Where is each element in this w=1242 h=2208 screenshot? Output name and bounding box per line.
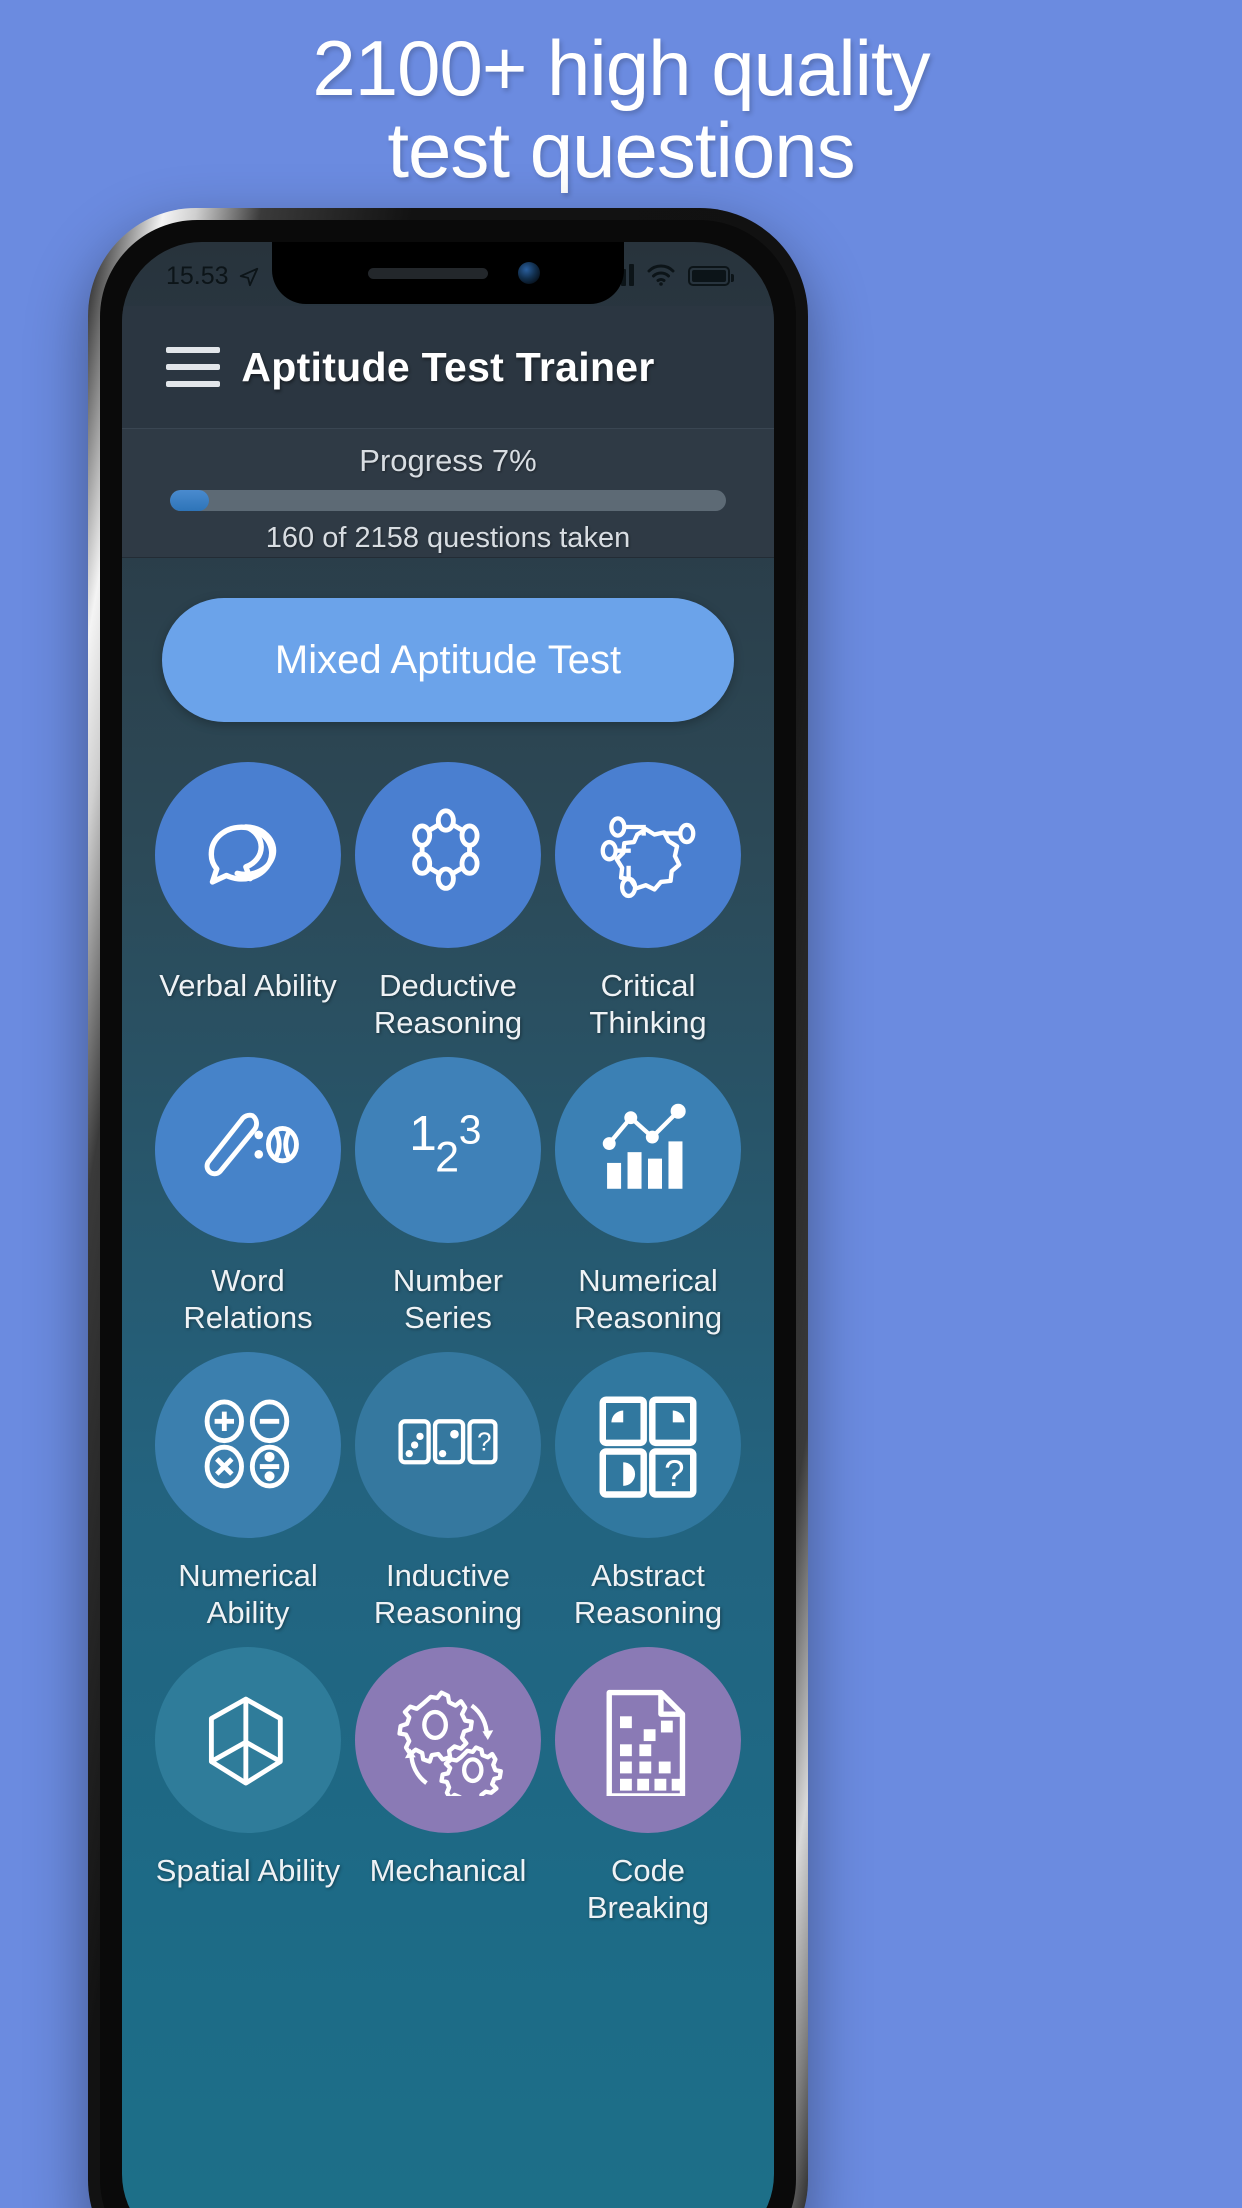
category-item[interactable]: 1 2 3 Number Series	[348, 1057, 548, 1336]
category-item[interactable]: Spatial Ability	[148, 1647, 348, 1926]
category-label: Number Series	[392, 1263, 504, 1335]
svg-text:3: 3	[459, 1107, 482, 1153]
category-icon-circle	[355, 1647, 541, 1834]
svg-text:?: ?	[477, 1429, 491, 1457]
promo-line-2: test questions	[387, 105, 855, 194]
category-item[interactable]: Critical Thinking	[548, 762, 748, 1041]
promo-line-1: 2100+ high quality	[312, 24, 930, 112]
progress-subtitle: 160 of 2158 questions taken	[265, 522, 631, 554]
math-operators-icon	[204, 1399, 290, 1489]
hexagon-nodes-icon	[412, 808, 480, 891]
category-icon-circle	[555, 762, 741, 948]
category-icon-circle	[155, 1647, 341, 1834]
category-label: Code Breaking	[586, 1853, 710, 1926]
category-label: Numerical Reasoning	[573, 1263, 723, 1335]
category-icon-circle: 1 2 3	[355, 1057, 541, 1244]
phone-notch	[272, 242, 624, 304]
category-item[interactable]: Word Relations	[148, 1057, 348, 1336]
phone-screen: 15.53 Aptitude Test Trainer Progress 7% …	[122, 242, 774, 2208]
progress-label: Progress 7%	[359, 443, 537, 478]
category-item[interactable]: Deductive Reasoning	[348, 762, 548, 1041]
category-item[interactable]: Verbal Ability	[148, 762, 348, 1041]
location-arrow-icon	[239, 267, 258, 286]
category-label: Spatial Ability	[155, 1853, 341, 1889]
mixed-aptitude-test-button[interactable]: Mixed Aptitude Test	[162, 598, 734, 722]
speech-bubbles-icon	[208, 824, 277, 885]
category-label: Word Relations	[183, 1263, 313, 1335]
cube-3d-icon	[208, 1697, 283, 1786]
category-label: Deductive Reasoning	[373, 968, 523, 1040]
battery-full-icon	[688, 266, 734, 286]
category-label: Inductive Reasoning	[373, 1558, 523, 1630]
phone-bezel: 15.53 Aptitude Test Trainer Progress 7% …	[100, 220, 796, 2208]
category-icon-circle	[555, 1647, 741, 1834]
category-item[interactable]: ? Abstract Reasoning	[548, 1352, 748, 1631]
numbers-123-icon: 1 2 3	[409, 1106, 482, 1182]
domino-cards-icon: ?	[398, 1419, 498, 1465]
category-item[interactable]: Numerical Ability	[148, 1352, 348, 1631]
front-camera-icon	[518, 262, 540, 284]
progress-bar-fill	[170, 490, 209, 511]
earpiece-speaker-icon	[368, 268, 488, 279]
pattern-grid-icon: ?	[599, 1396, 697, 1499]
network-gear-icon	[600, 816, 696, 899]
category-label: Critical Thinking	[589, 968, 707, 1040]
category-icon-circle	[155, 1352, 341, 1539]
progress-bar	[170, 490, 726, 511]
svg-text:2: 2	[435, 1134, 459, 1182]
mixed-aptitude-test-label: Mixed Aptitude Test	[274, 637, 622, 682]
bat-and-ball-icon	[204, 1112, 299, 1177]
category-label: Mechanical	[369, 1853, 527, 1889]
app-bar: Aptitude Test Trainer	[122, 306, 774, 428]
category-icon-circle	[155, 762, 341, 948]
wifi-icon	[647, 264, 675, 286]
phone-device-frame: 15.53 Aptitude Test Trainer Progress 7% …	[88, 208, 808, 2208]
category-item[interactable]: Mechanical	[348, 1647, 548, 1926]
progress-section: Progress 7% 160 of 2158 questions taken	[122, 428, 774, 558]
category-item[interactable]: ? Inductive Reasoning	[348, 1352, 548, 1631]
svg-text:?: ?	[664, 1453, 684, 1494]
category-icon-circle	[355, 762, 541, 948]
category-label: Verbal Ability	[159, 968, 337, 1003]
category-item[interactable]: Numerical Reasoning	[548, 1057, 748, 1336]
hamburger-menu-icon[interactable]	[166, 347, 220, 387]
gears-icon	[397, 1690, 503, 1797]
code-document-icon	[606, 1690, 686, 1797]
category-icon-circle	[155, 1057, 341, 1244]
status-time-group: 15.53	[166, 262, 260, 291]
category-item[interactable]: Code Breaking	[548, 1647, 748, 1926]
category-label: Numerical Ability	[178, 1558, 318, 1630]
category-icon-circle: ?	[355, 1352, 541, 1539]
category-grid: Verbal Ability Deductive Reasoning Critic…	[148, 762, 748, 1927]
svg-text:1: 1	[409, 1106, 437, 1161]
status-time: 15.53	[166, 262, 229, 290]
category-label: Abstract Reasoning	[573, 1558, 723, 1630]
bar-chart-line-icon	[602, 1103, 686, 1189]
category-icon-circle: ?	[555, 1352, 741, 1539]
promo-headline: 2100+ high quality test questions	[0, 24, 1242, 194]
category-icon-circle	[555, 1057, 741, 1244]
